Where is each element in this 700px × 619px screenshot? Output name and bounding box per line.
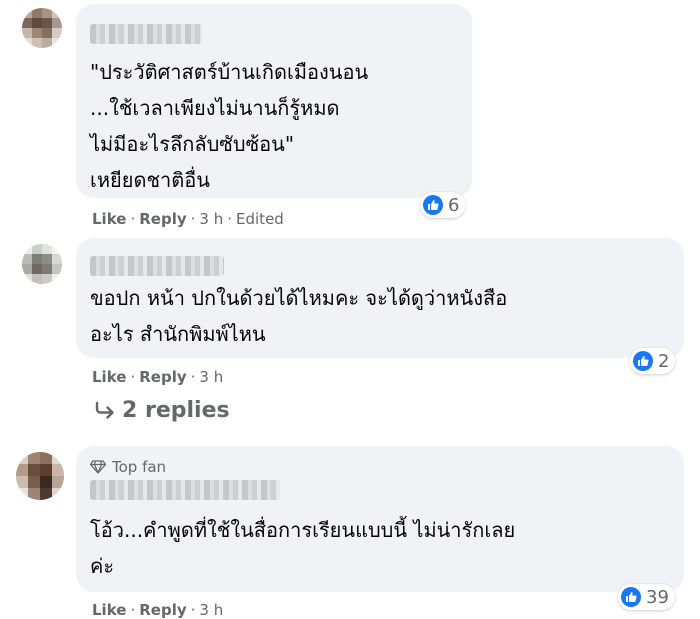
timestamp[interactable]: 3 h [199, 601, 223, 619]
avatar[interactable] [16, 452, 64, 500]
comment-actions: Like · Reply · 3 h [92, 368, 224, 386]
reaction-count-value: 39 [646, 586, 669, 608]
comment-bubble: Top fan โอ้ว...คำพูดที่ใช้ในสื่อการเรียน… [76, 446, 684, 592]
timestamp[interactable]: 3 h [199, 210, 223, 228]
author-name-redacted[interactable] [90, 24, 202, 44]
replies-label: 2 replies [122, 398, 230, 423]
thumbs-up-icon [621, 587, 641, 607]
thumbs-up-icon [423, 195, 443, 215]
reply-button[interactable]: Reply [139, 210, 186, 228]
reply-button[interactable]: Reply [139, 368, 186, 386]
top-fan-badge: Top fan [90, 458, 166, 476]
comment-text: ขอปก หน้า ปกในด้วยได้ไหมคะ จะได้ดูว่าหนั… [90, 286, 508, 346]
reaction-count[interactable]: 2 [630, 348, 676, 374]
author-name-redacted[interactable] [90, 256, 224, 276]
author-name-redacted[interactable] [90, 480, 280, 500]
reaction-count[interactable]: 6 [420, 192, 466, 218]
edited-label: Edited [236, 210, 284, 228]
reaction-count-value: 2 [658, 350, 670, 372]
like-button[interactable]: Like [92, 210, 126, 228]
reaction-count-value: 6 [448, 194, 460, 216]
comment-actions: Like · Reply · 3 h · Edited [92, 210, 284, 228]
like-button[interactable]: Like [92, 601, 126, 619]
reaction-count[interactable]: 39 [618, 584, 675, 610]
comment-text: โอ้ว...คำพูดที่ใช้ในสื่อการเรียนแบบนี้ ไ… [90, 518, 516, 578]
like-button[interactable]: Like [92, 368, 126, 386]
diamond-icon [90, 460, 106, 474]
comment-bubble: ขอปก หน้า ปกในด้วยได้ไหมคะ จะได้ดูว่าหนั… [76, 238, 684, 358]
timestamp[interactable]: 3 h [199, 368, 223, 386]
thumbs-up-icon [633, 351, 653, 371]
comment-bubble: "ประวัติศาสตร์บ้านเกิดเมืองนอน ...ใช้เวล… [76, 4, 472, 198]
avatar[interactable] [22, 8, 62, 48]
view-replies-button[interactable]: 2 replies [94, 398, 230, 423]
comment-text: "ประวัติศาสตร์บ้านเกิดเมืองนอน ...ใช้เวล… [90, 60, 369, 192]
top-fan-label: Top fan [112, 458, 167, 476]
comment-actions: Like · Reply · 3 h [92, 601, 224, 619]
reply-arrow-icon [95, 401, 114, 419]
avatar[interactable] [22, 244, 62, 284]
reply-button[interactable]: Reply [139, 601, 186, 619]
